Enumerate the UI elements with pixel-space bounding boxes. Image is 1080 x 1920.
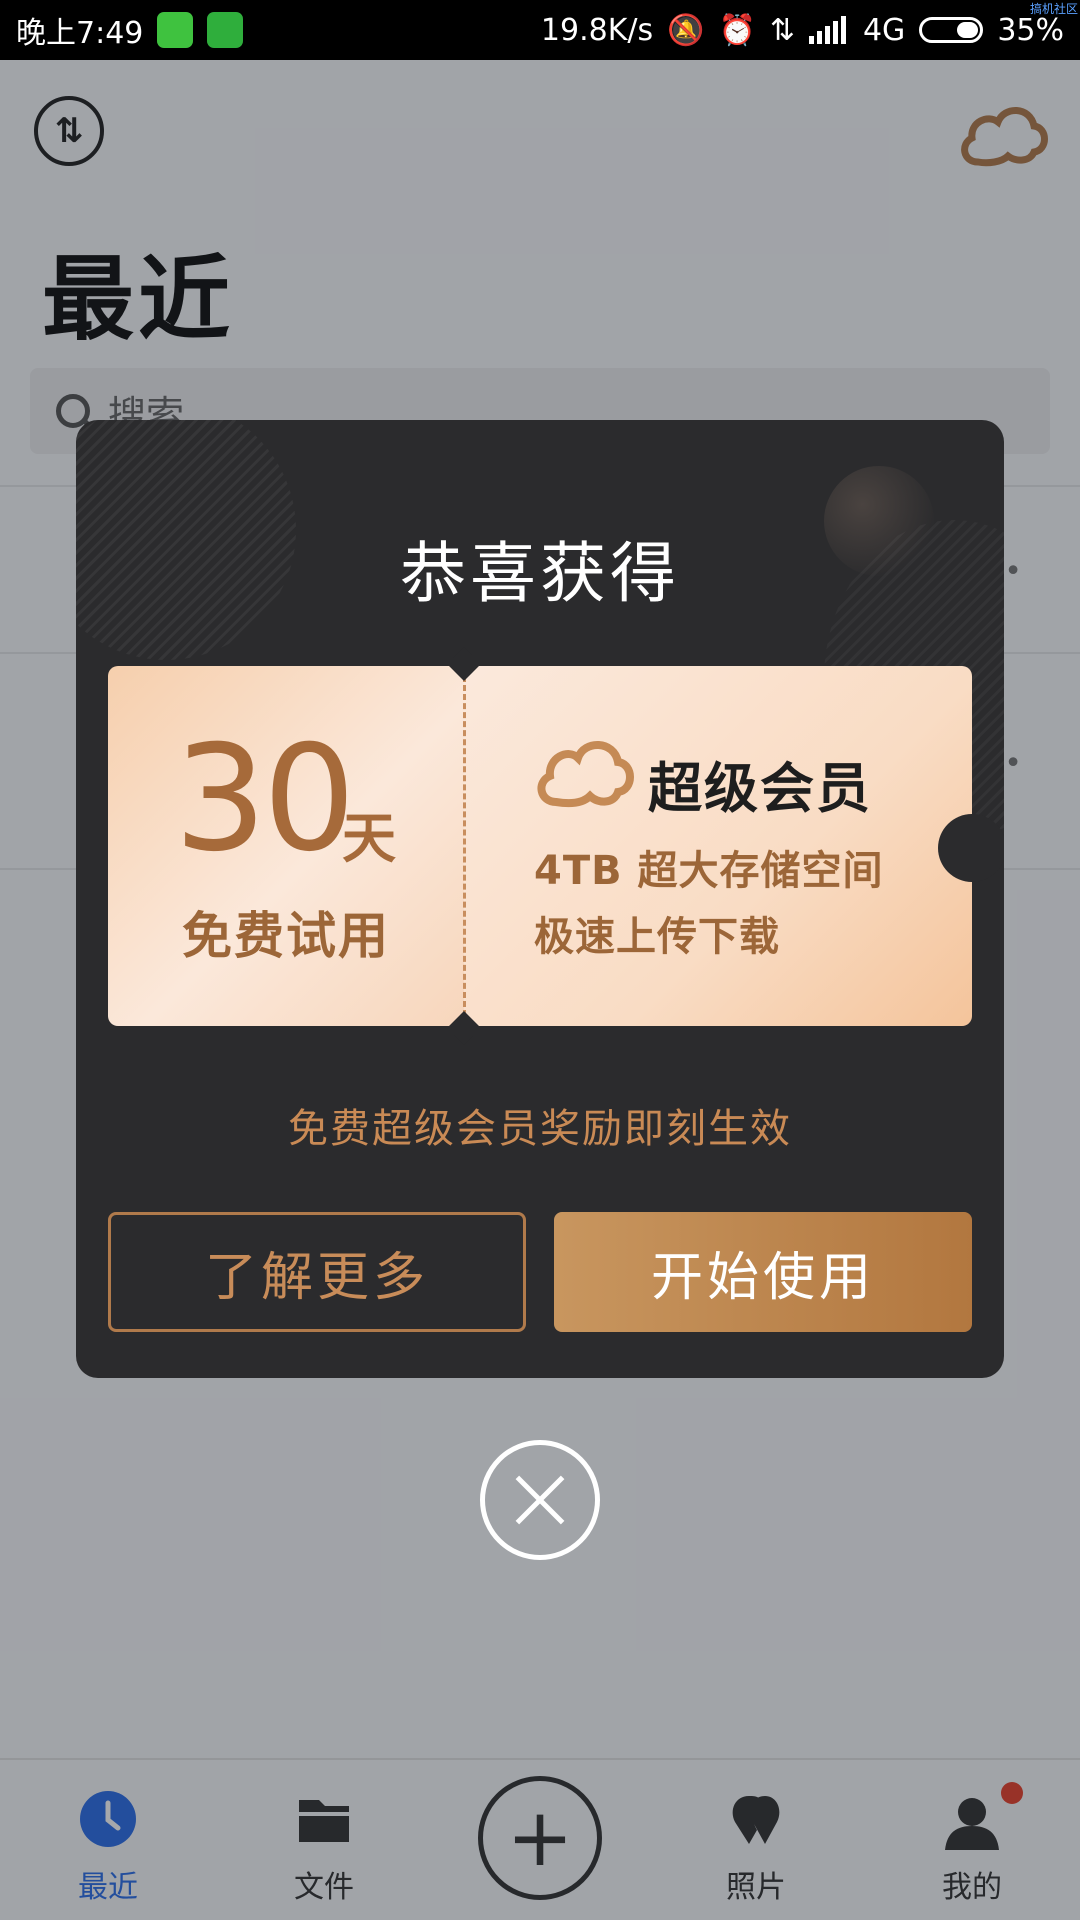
membership-ticket: 30 天 免费试用 超级会员 4TB 超大存储空间 极速上传下载 <box>108 647 1004 1045</box>
dialog-note: 免费超级会员奖励即刻生效 <box>288 1106 792 1152</box>
vip-title: 超级会员 <box>648 757 872 820</box>
status-time: 晚上7:49 <box>16 16 144 51</box>
signal-icon <box>808 16 846 44</box>
membership-reward-dialog: 恭喜获得 30 天 免费试用 超级会员 4TB 超大存储空间 极速上传下载 免费… <box>76 420 1004 1378</box>
status-bar: 晚上7:49 19.8K/s 🔕 ⏰ ⇅ 4G 35% 搞机社区 <box>0 0 1080 60</box>
start-using-button[interactable]: 开始使用 <box>554 1212 972 1332</box>
network-type: 4G <box>862 12 906 48</box>
ticket-left: 30 天 免费试用 <box>108 666 464 1026</box>
data-transfer-icon: ⇅ <box>769 12 795 48</box>
battery-percent: 35% <box>997 12 1064 48</box>
network-speed: 19.8K/s <box>540 12 654 48</box>
close-dialog-button[interactable] <box>480 1440 600 1560</box>
learn-more-button[interactable]: 了解更多 <box>108 1212 526 1332</box>
vip-benefit: 极速上传下载 <box>534 914 780 960</box>
ticket-right: 超级会员 4TB 超大存储空间 极速上传下载 <box>464 666 972 1026</box>
notification-app-icon <box>157 12 194 48</box>
dialog-title: 恭喜获得 <box>400 535 680 612</box>
trial-days-unit: 天 <box>342 807 396 870</box>
trial-label: 免费试用 <box>182 907 390 965</box>
vip-benefit: 4TB 超大存储空间 <box>534 848 884 894</box>
watermark: 搞机社区 <box>1029 2 1078 16</box>
battery-icon <box>919 17 984 43</box>
cloud-icon <box>537 741 634 808</box>
messaging-app-icon <box>207 12 244 48</box>
trial-days: 30 <box>174 714 356 884</box>
mute-bell-icon: 🔕 <box>667 12 705 48</box>
ticket-divider <box>463 676 466 1016</box>
ticket-notch <box>938 814 1004 882</box>
alarm-icon: ⏰ <box>718 12 756 48</box>
